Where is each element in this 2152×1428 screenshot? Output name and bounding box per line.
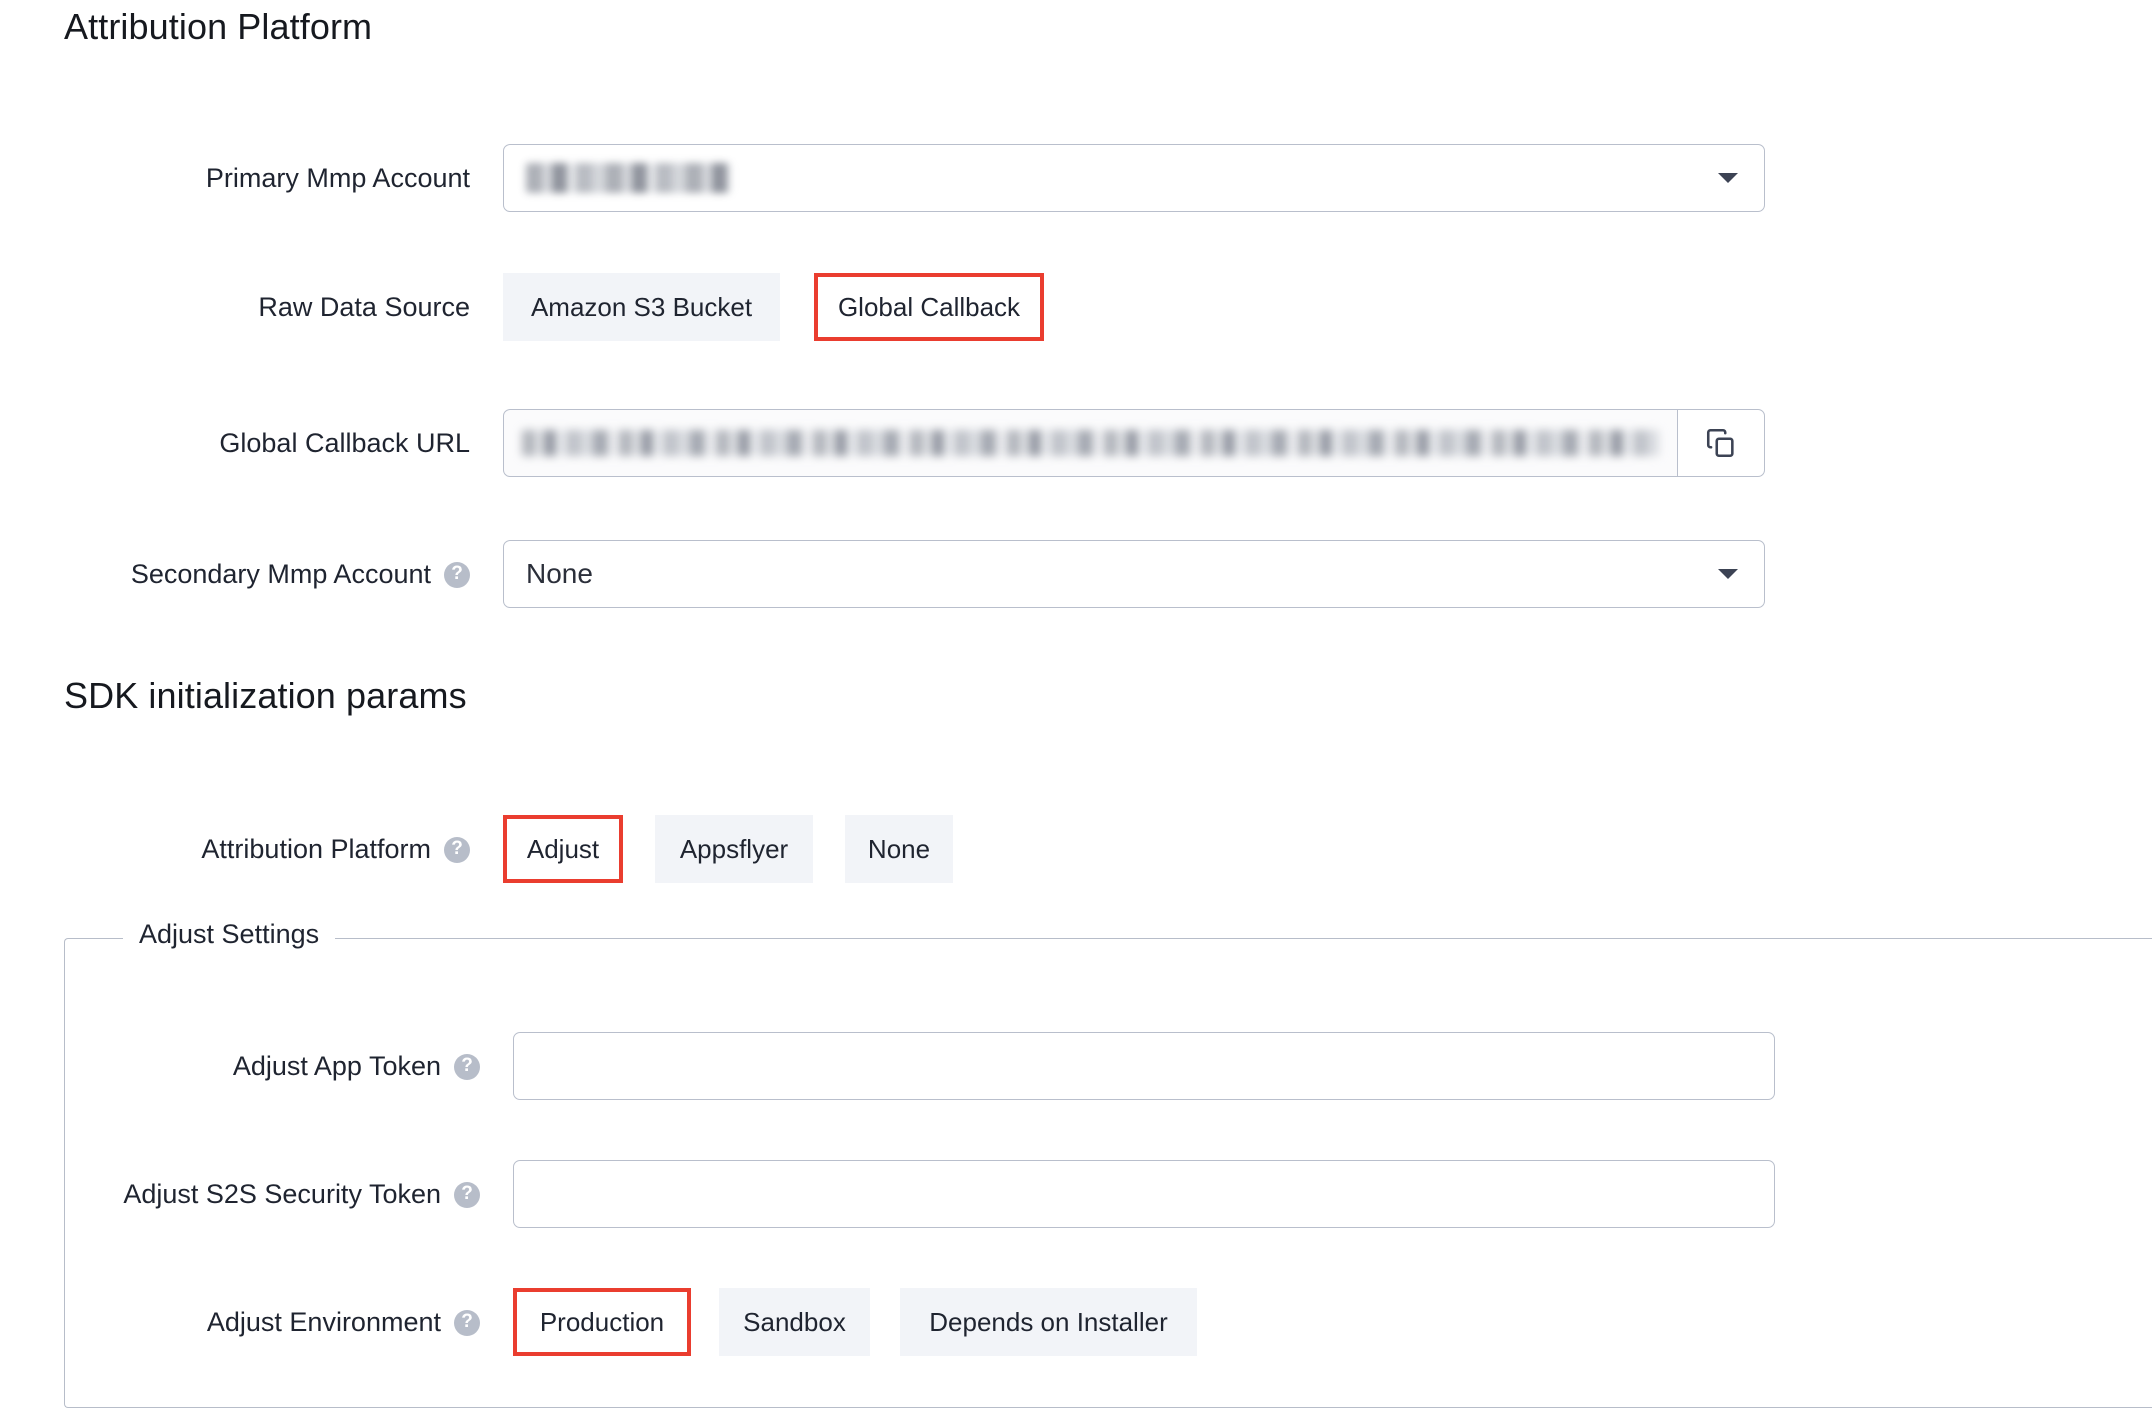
adjust-environment-label: Adjust Environment <box>207 1306 441 1338</box>
adjust-s2s-security-token-control <box>513 1160 1775 1228</box>
adjust-environment-option-depends-on-installer[interactable]: Depends on Installer <box>900 1288 1197 1356</box>
row-global-callback-url: Global Callback URL <box>0 409 1765 477</box>
row-secondary-mmp-account: Secondary Mmp Account ? None <box>0 540 1765 608</box>
help-icon[interactable]: ? <box>454 1054 480 1080</box>
sdk-section-title: SDK initialization params <box>64 675 467 717</box>
secondary-mmp-account-label-wrap: Secondary Mmp Account ? <box>0 558 470 590</box>
page-title: Attribution Platform <box>64 6 372 48</box>
adjust-app-token-input[interactable] <box>513 1032 1775 1100</box>
global-callback-url-control <box>503 409 1765 477</box>
secondary-mmp-account-select[interactable]: None <box>503 540 1765 608</box>
adjust-s2s-security-token-label: Adjust S2S Security Token <box>123 1178 441 1210</box>
adjust-environment-option-sandbox[interactable]: Sandbox <box>719 1288 870 1356</box>
copy-icon <box>1704 426 1738 460</box>
attribution-platform-option-appsflyer[interactable]: Appsflyer <box>655 815 813 883</box>
adjust-environment-control: Production Sandbox Depends on Installer <box>513 1288 1197 1356</box>
row-raw-data-source: Raw Data Source Amazon S3 Bucket Global … <box>0 273 1044 341</box>
attribution-platform-option-adjust[interactable]: Adjust <box>503 815 623 883</box>
attribution-platform-control: Adjust Appsflyer None <box>503 815 953 883</box>
help-icon-glyph: ? <box>461 1184 473 1203</box>
adjust-app-token-label: Adjust App Token <box>233 1050 441 1082</box>
adjust-settings-legend: Adjust Settings <box>123 919 335 950</box>
primary-mmp-account-select[interactable] <box>503 144 1765 212</box>
help-icon[interactable]: ? <box>454 1310 480 1336</box>
primary-mmp-account-label: Primary Mmp Account <box>0 162 470 194</box>
raw-data-source-choice-group: Amazon S3 Bucket Global Callback <box>503 273 1044 341</box>
help-icon-glyph: ? <box>451 839 463 858</box>
global-callback-url-input[interactable] <box>503 409 1677 477</box>
attribution-platform-option-none[interactable]: None <box>845 815 953 883</box>
adjust-environment-label-wrap: Adjust Environment ? <box>10 1306 480 1338</box>
primary-mmp-account-value-redacted <box>526 163 731 193</box>
raw-data-source-option-global-callback[interactable]: Global Callback <box>814 273 1044 341</box>
row-adjust-s2s-security-token: Adjust S2S Security Token ? <box>10 1160 1775 1228</box>
row-adjust-environment: Adjust Environment ? Production Sandbox … <box>10 1288 1197 1356</box>
raw-data-source-label: Raw Data Source <box>0 291 470 323</box>
primary-mmp-account-control <box>503 144 1765 212</box>
adjust-app-token-label-wrap: Adjust App Token ? <box>10 1050 480 1082</box>
raw-data-source-control: Amazon S3 Bucket Global Callback <box>503 273 1044 341</box>
adjust-s2s-security-token-input[interactable] <box>513 1160 1775 1228</box>
chevron-down-icon[interactable] <box>1718 173 1738 183</box>
adjust-app-token-control <box>513 1032 1775 1100</box>
help-icon-glyph: ? <box>461 1056 473 1075</box>
secondary-mmp-account-label: Secondary Mmp Account <box>131 558 431 590</box>
attribution-platform-choice-group: Adjust Appsflyer None <box>503 815 953 883</box>
secondary-mmp-account-control: None <box>503 540 1765 608</box>
attribution-platform-label: Attribution Platform <box>201 833 431 865</box>
raw-data-source-option-amazon-s3-bucket[interactable]: Amazon S3 Bucket <box>503 273 780 341</box>
help-icon[interactable]: ? <box>454 1182 480 1208</box>
help-icon[interactable]: ? <box>444 837 470 863</box>
adjust-environment-choice-group: Production Sandbox Depends on Installer <box>513 1288 1197 1356</box>
row-attribution-platform: Attribution Platform ? Adjust Appsflyer … <box>0 815 953 883</box>
help-icon[interactable]: ? <box>444 562 470 588</box>
secondary-mmp-account-value: None <box>526 558 593 590</box>
global-callback-url-group <box>503 409 1765 477</box>
attribution-platform-label-wrap: Attribution Platform ? <box>0 833 470 865</box>
adjust-environment-option-production[interactable]: Production <box>513 1288 691 1356</box>
help-icon-glyph: ? <box>461 1312 473 1331</box>
chevron-down-icon[interactable] <box>1718 569 1738 579</box>
global-callback-url-value-redacted <box>522 430 1659 456</box>
copy-url-button[interactable] <box>1677 409 1765 477</box>
row-adjust-app-token: Adjust App Token ? <box>10 1032 1775 1100</box>
row-primary-mmp-account: Primary Mmp Account <box>0 144 1765 212</box>
help-icon-glyph: ? <box>451 564 463 583</box>
adjust-s2s-security-token-label-wrap: Adjust S2S Security Token ? <box>10 1178 480 1210</box>
global-callback-url-label: Global Callback URL <box>0 427 470 459</box>
